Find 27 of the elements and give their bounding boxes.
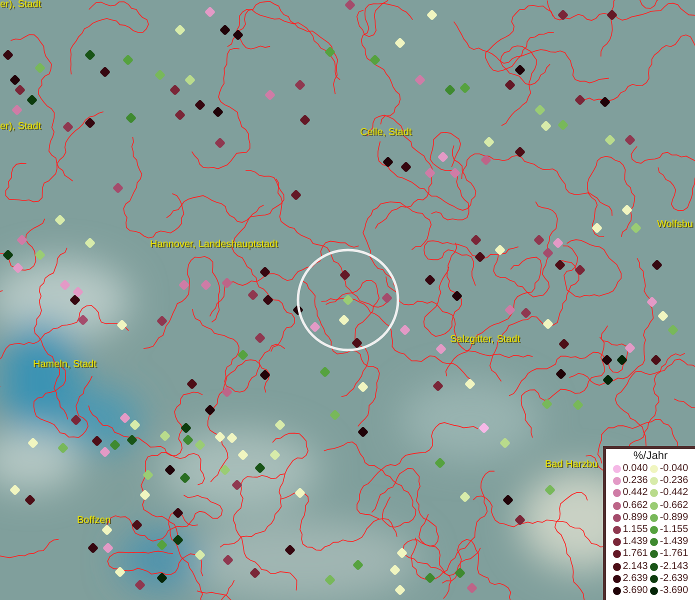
legend-value: 1.761 (622, 548, 648, 560)
place-label: er), Stadt (0, 0, 42, 10)
legend-value: -1.761 (660, 548, 688, 560)
legend-value: -1.439 (660, 536, 688, 548)
place-label: er), Stadt (0, 121, 42, 132)
legend-value: 0.442 (622, 487, 648, 500)
legend-value: 1.439 (622, 536, 648, 548)
place-label: Bad Harzbu (545, 459, 598, 470)
place-label: Wolfsbu (657, 219, 693, 230)
legend-value: -0.236 (660, 475, 688, 488)
legend-value: -0.442 (660, 487, 688, 500)
legend-value: 2.143 (622, 560, 648, 573)
legend-value: 3.690 (622, 584, 648, 597)
legend-value: -2.639 (660, 572, 688, 585)
legend-value: -1.155 (660, 524, 688, 536)
legend-value: -0.899 (660, 512, 688, 524)
legend-value: 0.040 (622, 463, 648, 476)
legend-value: -0.662 (660, 500, 688, 512)
legend-title: %/Jahr (633, 450, 668, 463)
legend-value: 1.155 (622, 524, 648, 536)
legend-value: -3.690 (660, 584, 688, 597)
legend-value: 0.236 (622, 475, 648, 488)
legend-value: 0.899 (622, 512, 648, 524)
legend-value: -2.143 (660, 560, 688, 573)
legend-value: 2.639 (622, 572, 648, 585)
legend-value: -0.040 (660, 463, 688, 476)
legend-value: 0.662 (622, 500, 648, 512)
